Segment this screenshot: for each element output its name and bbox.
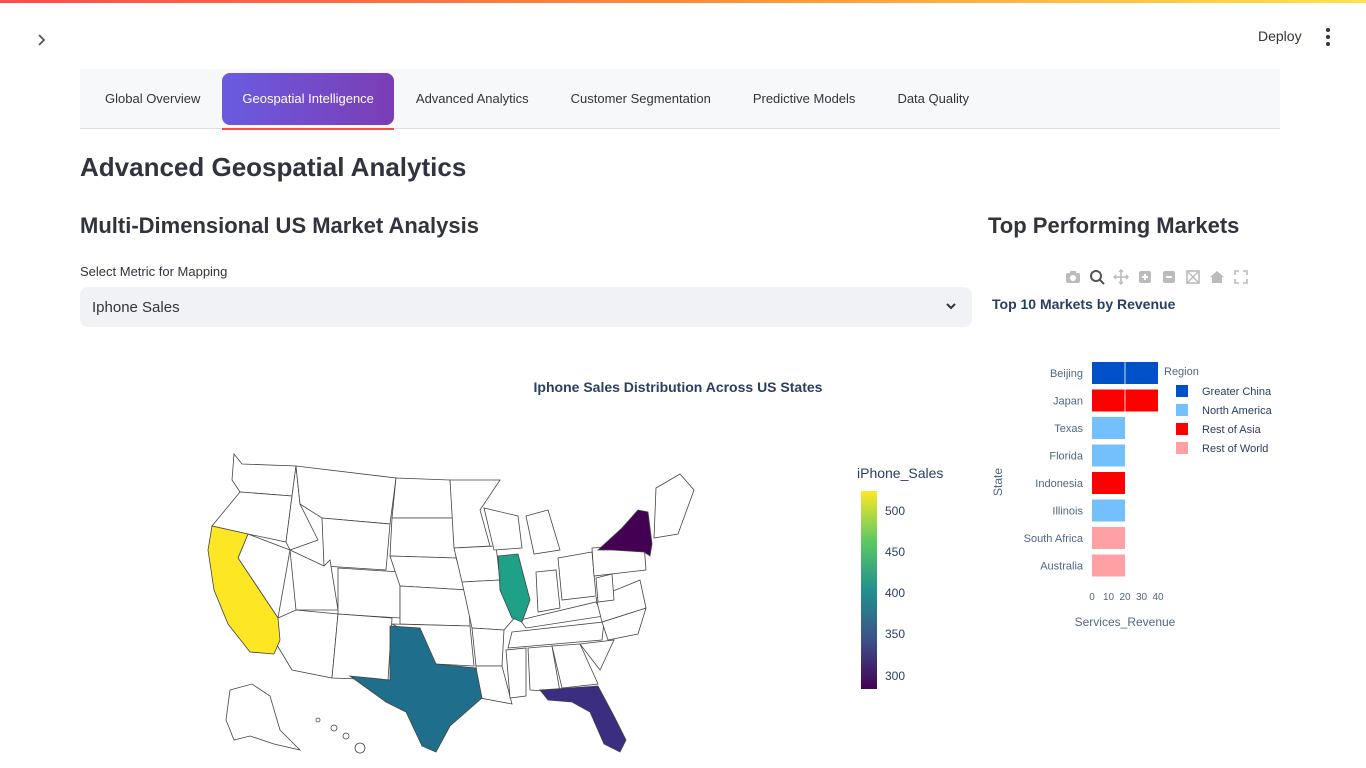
fullscreen-icon[interactable] <box>1232 268 1250 286</box>
bar <box>1092 417 1125 439</box>
bar <box>1092 527 1125 549</box>
chevron-down-icon <box>946 303 956 310</box>
tab-data-quality[interactable]: Data Quality <box>877 73 989 125</box>
y-tick-label: Beijing <box>1050 368 1083 380</box>
tab-geospatial-intelligence[interactable]: Geospatial Intelligence <box>222 72 394 130</box>
x-tick-label: 20 <box>1119 592 1131 603</box>
chevron-right-icon <box>38 34 46 46</box>
x-tick-label: 10 <box>1103 592 1115 603</box>
colorbar-title: iPhone_Sales <box>857 465 944 481</box>
y-tick-label: South Africa <box>1024 533 1084 545</box>
section-title: Multi-Dimensional US Market Analysis <box>80 213 479 238</box>
state-hawaii <box>315 717 366 754</box>
state-alaska <box>225 683 302 751</box>
metric-select-label: Select Metric for Mapping <box>80 264 228 279</box>
legend-swatch <box>1176 404 1188 416</box>
sidebar-expand-button[interactable] <box>30 28 54 52</box>
bar <box>1092 444 1125 467</box>
legend-item: North America <box>1202 405 1273 417</box>
tab-customer-segmentation[interactable]: Customer Segmentation <box>551 73 731 125</box>
x-tick-label: 40 <box>1152 592 1164 603</box>
chart-modebar <box>1064 268 1250 286</box>
metric-select[interactable]: Iphone Sales <box>80 287 972 327</box>
bar-chart-title: Top 10 Markets by Revenue <box>992 296 1176 312</box>
legend-title: Region <box>1164 366 1199 378</box>
zoom-out-icon[interactable] <box>1160 268 1178 286</box>
colorbar-tick: 350 <box>885 627 906 641</box>
legend-swatch <box>1176 385 1188 397</box>
legend-swatch <box>1176 423 1188 435</box>
metric-select-value: Iphone Sales <box>92 298 180 316</box>
state-mississippi <box>505 647 527 699</box>
state-new-mexico <box>331 613 393 681</box>
bar <box>1092 472 1125 494</box>
legend-item: Greater China <box>1202 386 1272 398</box>
state-montana <box>295 465 397 525</box>
state-west-virginia <box>595 573 615 603</box>
tab-bar: Global Overview Geospatial Intelligence … <box>80 69 1280 130</box>
state-south-dakota <box>389 517 457 559</box>
legend-item: Rest of World <box>1202 443 1268 455</box>
zoom-in-icon[interactable] <box>1136 268 1154 286</box>
legend-item: Rest of Asia <box>1202 424 1262 436</box>
y-tick-label: Florida <box>1049 451 1084 463</box>
colorbar-tick: 400 <box>885 586 906 600</box>
autoscale-icon[interactable] <box>1184 268 1202 286</box>
page-title: Advanced Geospatial Analytics <box>80 152 467 182</box>
map-title: Iphone Sales Distribution Across US Stat… <box>533 379 823 395</box>
state-nebraska <box>389 555 469 591</box>
x-tick-label: 30 <box>1136 592 1148 603</box>
x-axis-label: Services_Revenue <box>1075 615 1176 629</box>
state-colorado <box>337 567 401 619</box>
tab-advanced-analytics[interactable]: Advanced Analytics <box>396 73 549 125</box>
state-arkansas <box>471 627 505 667</box>
tab-global-overview[interactable]: Global Overview <box>85 73 220 125</box>
bar <box>1092 499 1125 522</box>
state-ohio <box>557 551 597 601</box>
state-michigan <box>525 509 561 555</box>
home-icon[interactable] <box>1208 268 1226 286</box>
y-tick-label: Japan <box>1053 396 1083 408</box>
colorbar <box>861 491 877 689</box>
zoom-icon[interactable] <box>1088 268 1106 286</box>
top-markets-title: Top Performing Markets <box>988 213 1240 238</box>
colorbar-tick: 500 <box>885 504 906 518</box>
legend-swatch <box>1176 442 1188 454</box>
colorbar-tick: 300 <box>885 669 906 683</box>
pan-icon[interactable] <box>1112 268 1130 286</box>
y-tick-label: Australia <box>1040 561 1084 573</box>
camera-icon[interactable] <box>1064 268 1082 286</box>
main-menu-icon[interactable] <box>1318 26 1338 48</box>
y-tick-label: Indonesia <box>1035 478 1084 490</box>
colorbar-tick: 450 <box>885 545 906 559</box>
state-washington <box>231 452 297 497</box>
top-decoration-bar <box>0 0 1366 3</box>
us-choropleth-map[interactable] <box>200 440 720 760</box>
state-new-york <box>596 509 653 557</box>
state-new-england <box>653 473 695 539</box>
state-arizona <box>273 609 339 679</box>
bar <box>1092 554 1125 577</box>
state-north-dakota <box>391 477 455 519</box>
state-indiana <box>535 569 561 613</box>
state-wyoming <box>321 517 391 571</box>
y-tick-label: Illinois <box>1052 506 1083 518</box>
deploy-button[interactable]: Deploy <box>1250 26 1310 48</box>
y-tick-label: Texas <box>1054 423 1083 435</box>
y-axis-label: State <box>991 468 1005 496</box>
state-iowa <box>453 545 501 583</box>
tab-predictive-models[interactable]: Predictive Models <box>733 73 876 125</box>
top-markets-bar-chart[interactable]: Beijing Japan Texas Florida Indonesia Illinoi… <box>988 340 1280 640</box>
state-florida <box>539 685 627 753</box>
state-kansas <box>399 585 471 627</box>
x-tick-label: 0 <box>1089 592 1095 603</box>
